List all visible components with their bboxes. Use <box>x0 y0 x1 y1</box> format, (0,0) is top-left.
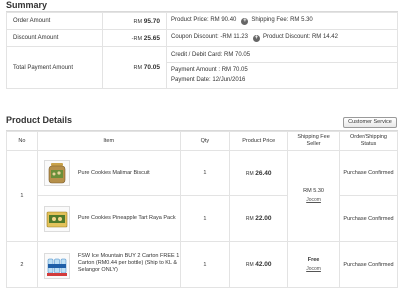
order-amount-row: Order Amount RM 95.70 Product Price: RM … <box>6 12 398 30</box>
discount-amount-details: Coupon Discount: -RM 11.23 + Product Disco… <box>166 29 398 47</box>
item-name-link[interactable]: Pure Cookies Pineapple Tart Raya Pack <box>78 215 176 222</box>
price-number: 42.00 <box>255 261 272 268</box>
order-amount-currency: RM <box>133 18 143 25</box>
total-payment-label: Total Payment Amount <box>6 46 103 89</box>
discount-amount-label: Discount Amount <box>6 29 103 47</box>
qty-value: 1 <box>179 241 231 288</box>
price-number: 22.00 <box>255 215 272 222</box>
shipping-fee-text: Shipping Fee: RM 5.30 <box>251 17 313 23</box>
status-value: Purchase Confirmed <box>338 195 399 242</box>
price-currency: RM <box>245 170 254 177</box>
col-shipping-fee-line2: Seller <box>306 141 321 147</box>
order-amount-value: RM 95.70 <box>102 12 167 30</box>
product-price-text: Product Price: RM 90.40 <box>171 17 237 23</box>
total-payment-value: RM 70.05 <box>102 46 167 89</box>
qty-value: 1 <box>179 150 231 196</box>
product-table-header: No Item Qty Product Price Shipping Fee S… <box>6 131 399 151</box>
water-bottle-icon[interactable] <box>43 252 70 279</box>
customer-service-button[interactable]: Customer Service <box>343 117 397 128</box>
coupon-discount-text: Coupon Discount: -RM 11.23 <box>171 34 248 40</box>
col-status-line1: Order/Shipping <box>349 134 387 140</box>
product-discount-text: Product Discount: RM 14.42 <box>262 34 338 40</box>
row-number: 1 <box>6 150 38 242</box>
col-no: No <box>6 131 38 151</box>
plus-icon: + <box>241 18 249 25</box>
order-amount-label: Order Amount <box>6 12 103 30</box>
seller-link[interactable]: Jocom <box>306 266 321 272</box>
col-product-price: Product Price <box>229 131 289 151</box>
total-payment-currency: RM <box>133 65 143 71</box>
table-row: 2 FSW Ice Mountain BUY 2 Carton FREE 1 C… <box>6 241 399 288</box>
price-value: RM 22.00 <box>229 195 289 242</box>
price-currency: RM <box>245 262 254 268</box>
price-number: 26.40 <box>255 169 272 177</box>
discount-amount-currency: -RM <box>131 35 143 42</box>
price-value: RM 26.40 <box>229 150 289 196</box>
payment-amount-text: Payment Amount : RM 70.05 <box>171 67 248 73</box>
row-number: 2 <box>6 241 38 288</box>
shipping-cell: Free Jocom <box>287 241 340 288</box>
summary-title: Summary <box>6 0 48 10</box>
status-value: Purchase Confirmed <box>338 241 399 288</box>
discount-amount-number: 25.65 <box>143 34 160 42</box>
price-currency: RM <box>245 216 254 222</box>
seller-link[interactable]: Jocom <box>306 197 321 203</box>
shipping-fee-value: RM 5.30 <box>303 188 324 194</box>
item-cell: Pure Cookies Pineapple Tart Raya Pack <box>36 195 181 242</box>
col-qty: Qty <box>179 131 231 151</box>
order-amount-number: 95.70 <box>143 17 160 25</box>
total-payment-number: 70.05 <box>143 64 160 71</box>
order-amount-details: Product Price: RM 90.40 + Shipping Fee: RM… <box>166 12 398 30</box>
total-payment-details: Credit / Debit Card: RM 70.05 Payment Am… <box>166 46 398 89</box>
shipping-fee-value: Free <box>307 256 320 263</box>
summary-table: Order Amount RM 95.70 Product Price: RM … <box>6 12 398 89</box>
discount-amount-row: Discount Amount -RM 25.65 Coupon Discoun… <box>6 29 398 47</box>
col-status: Order/Shipping Status <box>338 131 399 151</box>
qty-value: 1 <box>179 195 231 242</box>
table-row: Pure Cookies Pineapple Tart Raya Pack 1 … <box>7 195 399 242</box>
cookie-jar-icon[interactable] <box>43 160 70 186</box>
product-details-title: Product Details <box>6 115 73 125</box>
price-value: RM 42.00 <box>229 241 289 288</box>
status-value: Purchase Confirmed <box>338 150 399 196</box>
item-cell: FSW Ice Mountain BUY 2 Carton FREE 1 Car… <box>36 241 181 288</box>
table-row: 1 Pure Cookies Malimar Biscuit 1 RM 26.4… <box>6 150 399 242</box>
payment-date-text: Payment Date: 12/Jun/2016 <box>171 77 246 83</box>
product-table: No Item Qty Product Price Shipping Fee S… <box>6 131 399 288</box>
col-shipping-fee: Shipping Fee Seller <box>287 131 340 151</box>
cookie-box-icon[interactable] <box>43 205 70 232</box>
item-name-link[interactable]: Pure Cookies Malimar Biscuit <box>78 170 150 177</box>
col-status-line2: Status <box>360 141 377 147</box>
payment-divider <box>167 62 397 63</box>
col-shipping-fee-line1: Shipping Fee <box>297 134 330 140</box>
shipping-cell: RM 5.30 Jocom <box>287 150 340 242</box>
discount-amount-value: -RM 25.65 <box>102 29 167 47</box>
item-name-link[interactable]: FSW Ice Mountain BUY 2 Carton FREE 1 Car… <box>78 253 180 274</box>
plus-icon: + <box>252 35 260 42</box>
col-item: Item <box>36 131 181 151</box>
total-payment-row: Total Payment Amount RM 70.05 Credit / D… <box>6 46 398 89</box>
item-cell: Pure Cookies Malimar Biscuit <box>36 150 181 196</box>
card-payment-text: Credit / Debit Card: RM 70.05 <box>171 52 251 58</box>
